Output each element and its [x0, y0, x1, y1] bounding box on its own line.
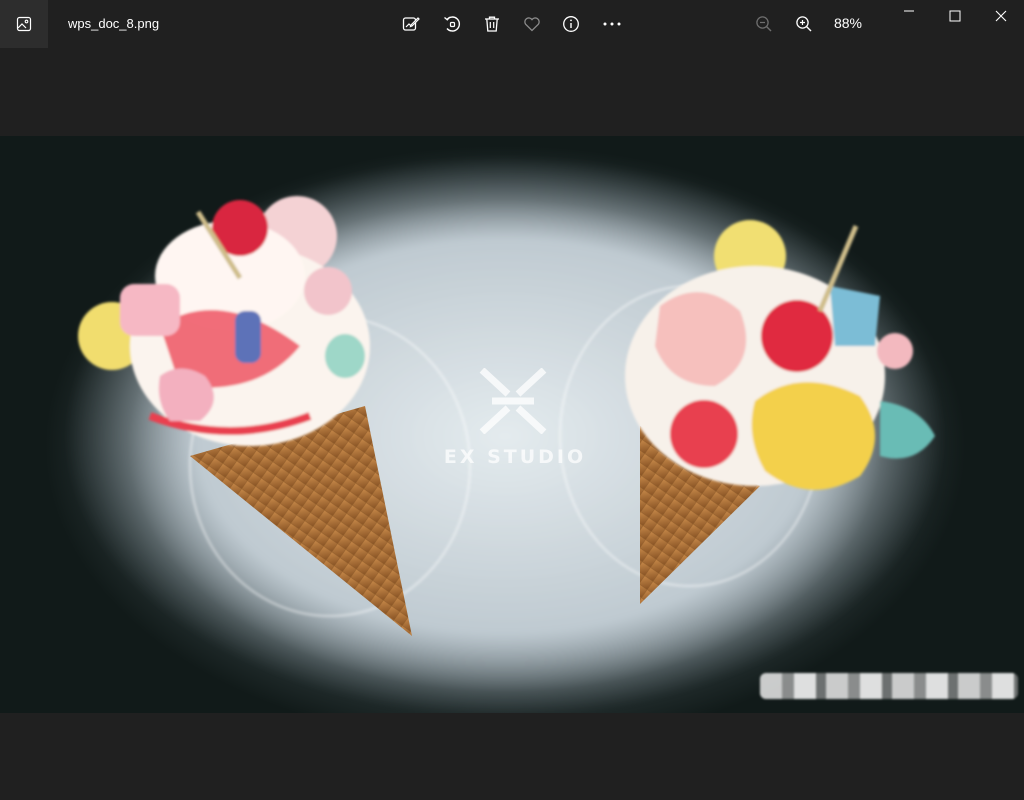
watermark-text: EX STUDIO	[443, 446, 587, 468]
maximize-button[interactable]	[932, 0, 978, 32]
watermark-logo	[479, 368, 547, 434]
info-button[interactable]	[551, 4, 591, 44]
rotate-button[interactable]	[432, 4, 472, 44]
favorite-button[interactable]	[512, 4, 552, 44]
zoom-level[interactable]: 88%	[826, 0, 870, 48]
title-bar: wps_doc_8.png 88%	[0, 0, 1024, 48]
photos-app-icon	[16, 16, 32, 32]
edit-image-icon	[402, 17, 420, 31]
zoom-in-icon	[796, 16, 812, 32]
app-icon-button[interactable]	[0, 0, 48, 48]
minimize-button[interactable]	[886, 0, 932, 32]
favorite-icon	[524, 17, 540, 32]
file-name: wps_doc_8.png	[68, 16, 160, 31]
close-button[interactable]	[978, 0, 1024, 32]
minimize-icon	[904, 10, 914, 12]
delete-icon	[485, 16, 499, 32]
photo-canvas[interactable]: EX STUDIO	[0, 136, 1024, 713]
zoom-out-icon	[756, 16, 772, 32]
zoom-in-button[interactable]	[784, 4, 824, 44]
rotate-icon	[444, 16, 461, 32]
delete-button[interactable]	[472, 4, 512, 44]
more-options-icon	[603, 22, 621, 26]
info-icon	[563, 16, 579, 32]
zoom-out-button[interactable]	[744, 4, 784, 44]
edit-image-button[interactable]	[391, 4, 431, 44]
more-options-button[interactable]	[592, 4, 632, 44]
close-icon	[995, 10, 1007, 22]
blurred-caption	[760, 673, 1018, 699]
maximize-icon	[949, 10, 961, 22]
